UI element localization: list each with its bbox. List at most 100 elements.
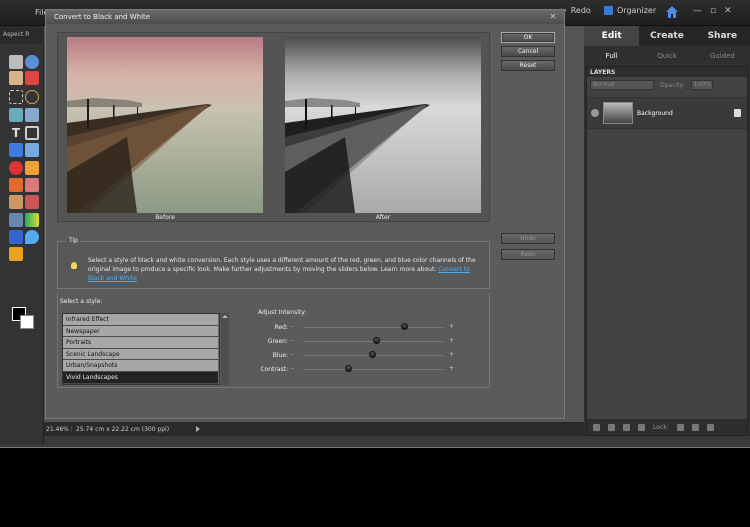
status-menu-arrow-icon[interactable]	[196, 426, 200, 432]
slider-knob[interactable]	[373, 337, 381, 344]
plus-icon: +	[449, 323, 455, 330]
style-list-item[interactable]: Vivid Landscapes	[63, 371, 218, 384]
minimize-icon[interactable]: —	[693, 6, 702, 16]
smart-brush-icon[interactable]	[25, 195, 39, 209]
opacity-field[interactable]: 100%	[690, 80, 713, 90]
scroll-up-icon[interactable]	[222, 315, 228, 318]
subtab-guided[interactable]: Guided	[695, 48, 750, 64]
document-dimensions: 25.74 cm x 22.22 cm (300 ppi)	[76, 425, 170, 433]
lock-all-icon[interactable]	[691, 423, 699, 431]
cookie-cutter-icon[interactable]	[9, 143, 23, 157]
delete-layer-icon[interactable]	[706, 423, 714, 431]
undo-button[interactable]: Undo	[501, 233, 555, 244]
style-list-item[interactable]: Infrared Effect	[63, 314, 218, 326]
marquee-tool-icon[interactable]	[9, 90, 23, 104]
tab-create[interactable]: Create	[639, 26, 695, 46]
type-tool-icon[interactable]: T	[9, 126, 23, 140]
lasso-tool-icon[interactable]	[25, 90, 39, 104]
style-list-scrollbar[interactable]	[221, 313, 229, 385]
zoom-level[interactable]: 21.46%	[44, 425, 72, 433]
magic-wand-tool-icon[interactable]	[9, 108, 23, 122]
slider-row: Red: – +	[258, 323, 458, 333]
close-icon[interactable]: ✕	[548, 12, 558, 22]
opacity-label: Opacity:	[660, 81, 685, 89]
slider-knob[interactable]	[369, 351, 376, 358]
slider-knob[interactable]	[345, 365, 353, 372]
close-icon[interactable]: ✕	[724, 6, 732, 16]
zoom-tool-icon[interactable]	[25, 55, 39, 69]
background-color-swatch[interactable]	[20, 315, 34, 329]
convert-bw-dialog: Convert to Black and White ✕ Before Afte…	[45, 9, 565, 419]
status-bar: 21.46% 25.74 cm x 22.22 cm (300 ppi)	[44, 422, 584, 436]
slider-label: Red:	[274, 324, 288, 331]
layers-options: Normal Opacity: 100%	[587, 77, 747, 93]
eyedropper-tool-icon[interactable]	[25, 71, 39, 85]
style-list-item[interactable]: Newspaper	[63, 325, 218, 338]
sponge-tool-icon[interactable]	[9, 247, 23, 261]
brush-tool-icon[interactable]	[9, 195, 23, 209]
lock-transparency-icon[interactable]	[676, 423, 684, 431]
preview-area: Before After	[57, 32, 490, 222]
right-panel: Edit Create Share Full Quick Guided LAYE…	[584, 26, 750, 436]
tab-share[interactable]: Share	[694, 26, 750, 46]
layer-thumbnail	[603, 102, 633, 124]
crop-tool-icon[interactable]	[25, 126, 39, 140]
layers-panel: LAYERS Normal Opacity: 100% Background L…	[586, 66, 748, 436]
redo-button[interactable]: Redo	[501, 249, 555, 260]
visibility-eye-icon[interactable]	[591, 109, 599, 117]
maximize-icon[interactable]: ▫	[710, 6, 716, 16]
shape-tool-icon[interactable]	[9, 230, 23, 244]
slider-knob[interactable]	[401, 323, 409, 330]
reset-button[interactable]: Reset	[501, 60, 555, 71]
subtab-quick[interactable]: Quick	[639, 48, 694, 64]
aspect-ratio-dropdown[interactable]: Aspect R	[3, 31, 29, 38]
adjustment-layer-icon[interactable]	[608, 423, 615, 431]
options-bar: Aspect R	[0, 26, 44, 44]
healing-brush-icon[interactable]	[25, 161, 39, 175]
subtab-full[interactable]: Full	[584, 48, 639, 64]
clone-stamp-icon[interactable]	[9, 178, 23, 192]
adjust-intensity-label: Adjust Intensity:	[258, 309, 307, 316]
tab-edit[interactable]: Edit	[584, 26, 640, 46]
style-list-item[interactable]: Urban/Snapshots	[63, 360, 218, 372]
mode-tabs: Edit Create Share	[584, 26, 750, 46]
layer-row[interactable]: Background	[587, 97, 747, 129]
redo-label: Redo	[570, 6, 591, 15]
slider-track[interactable]	[303, 327, 443, 328]
blur-tool-icon[interactable]	[25, 230, 39, 244]
layers-footer: Lock:	[587, 419, 747, 435]
slider-row: Blue: – +	[258, 351, 458, 361]
link-icon[interactable]	[638, 423, 645, 431]
tip-box: Tip Select a style of black and white co…	[57, 237, 490, 289]
ok-button[interactable]: OK	[501, 32, 555, 43]
paint-bucket-icon[interactable]	[9, 213, 23, 227]
style-list-item[interactable]: Scenic Landscape	[63, 348, 218, 361]
after-label: After	[375, 214, 391, 221]
new-layer-icon[interactable]	[593, 423, 600, 431]
hand-tool-icon[interactable]	[9, 71, 23, 85]
gradient-tool-icon[interactable]	[25, 213, 39, 227]
brush-icon[interactable]	[623, 423, 630, 431]
style-list: Infrared Effect Newspaper Portraits Scenic …	[62, 313, 220, 385]
photoshop-elements-window: File ↪ Redo Organizer — ▫ ✕ Aspect R T	[0, 0, 750, 527]
lock-icon	[734, 109, 741, 117]
home-icon[interactable]	[665, 5, 679, 19]
straighten-tool-icon[interactable]	[25, 143, 39, 157]
minus-icon: –	[291, 365, 294, 372]
tip-label: Tip	[66, 237, 81, 244]
selection-brush-icon[interactable]	[25, 108, 39, 122]
organizer-button[interactable]: Organizer	[604, 6, 656, 15]
red-eye-tool-icon[interactable]	[9, 161, 23, 175]
slider-label: Blue:	[272, 352, 288, 359]
move-tool-icon[interactable]	[9, 55, 23, 69]
tip-body: Select a style of black and white conver…	[88, 257, 476, 273]
layer-name: Background	[637, 109, 673, 117]
blend-mode-dropdown[interactable]: Normal	[590, 80, 654, 90]
dialog-title: Convert to Black and White	[46, 10, 564, 24]
cancel-button[interactable]: Cancel	[501, 46, 555, 57]
toolbox: T	[0, 44, 44, 444]
minus-icon: –	[291, 323, 294, 330]
slider-track[interactable]	[303, 369, 443, 370]
eraser-tool-icon[interactable]	[25, 178, 39, 192]
style-list-item[interactable]: Portraits	[63, 337, 218, 349]
